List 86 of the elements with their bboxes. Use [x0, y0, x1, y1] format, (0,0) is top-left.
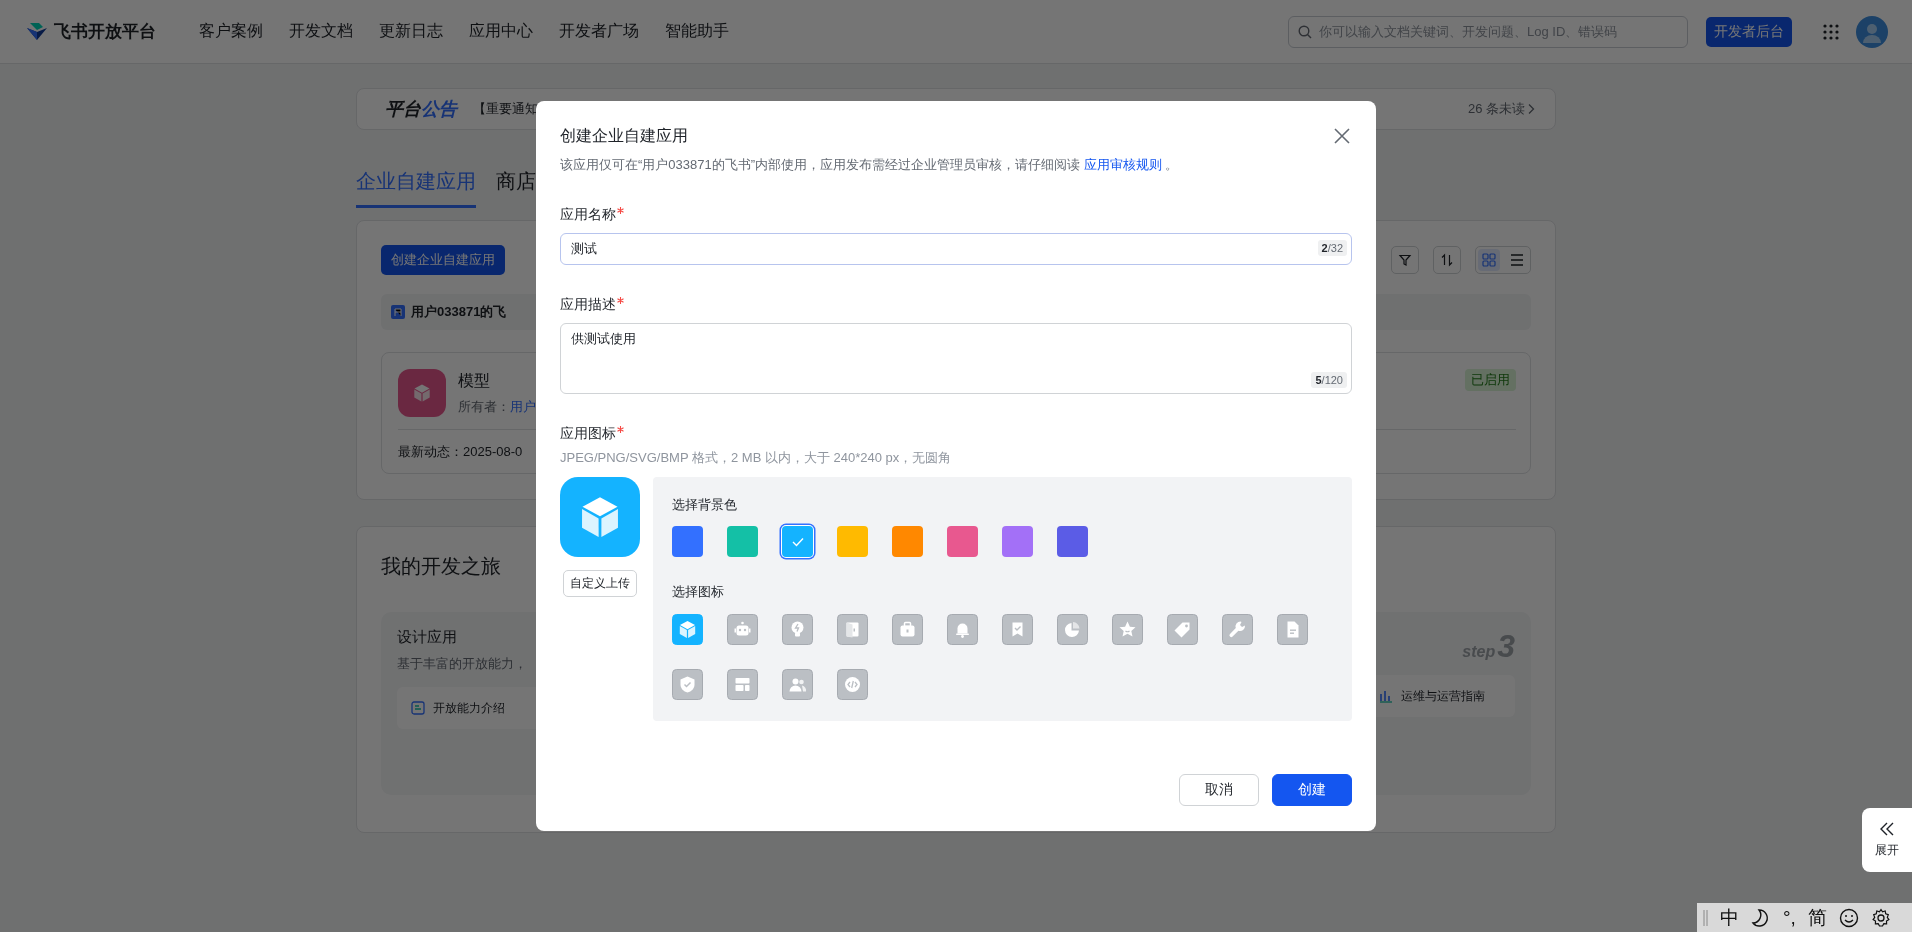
review-rules-link[interactable]: 应用审核规则: [1083, 157, 1162, 172]
briefcase-icon[interactable]: [892, 614, 923, 645]
nav-link[interactable]: 应用中心: [469, 21, 533, 42]
grid-view-button[interactable]: [1478, 249, 1500, 271]
character-counter: 2/32: [1317, 240, 1347, 256]
create-app-button[interactable]: 创建企业自建应用: [381, 245, 505, 275]
app-owner: 所有者：用户: [458, 398, 536, 416]
field-label: 应用名称: [560, 205, 616, 224]
nav-link[interactable]: 客户案例: [199, 21, 263, 42]
filter-button[interactable]: [1391, 246, 1419, 274]
character-counter: 5/120: [1311, 372, 1347, 388]
smiley-icon[interactable]: [1838, 907, 1859, 928]
tenant-name: 用户033871的飞: [411, 303, 507, 321]
upload-hint: JPEG/PNG/SVG/BMP 格式，2 MB 以内，大于 240*240 px，无圆角: [560, 449, 953, 467]
bell-icon[interactable]: [947, 614, 978, 645]
ime-toggle[interactable]: 中: [1720, 904, 1739, 931]
app-icon: [398, 369, 446, 417]
developer-console-button[interactable]: 开发者后台: [1706, 16, 1792, 47]
brand-name[interactable]: 飞书开放平台: [54, 20, 156, 43]
double-chevron-left-icon: [1879, 821, 1895, 836]
layout-icon[interactable]: [727, 669, 758, 700]
announcement-title: 平台公告: [385, 98, 457, 121]
light-bulb-icon[interactable]: [782, 614, 813, 645]
dialog-description: 该应用仅可在“用户033871的飞书”内部使用，应用发布需经过企业管理员审核，请仔细阅读 应用审核规则 。: [560, 156, 1180, 174]
custom-upload-button[interactable]: 自定义上传: [563, 570, 637, 597]
apps-grid-icon[interactable]: [1822, 22, 1840, 41]
filter-icon: [1398, 253, 1412, 267]
section-heading: 选择图标: [672, 583, 725, 601]
code-icon[interactable]: [837, 669, 868, 700]
ime-toggle[interactable]: 简: [1807, 904, 1827, 931]
check-icon: [791, 536, 804, 547]
latest-activity: 最新动态：2025-08-0: [398, 443, 523, 461]
search-icon: [1298, 24, 1312, 39]
close-icon: [1332, 126, 1352, 146]
chart-icon: [1379, 689, 1393, 703]
nav-link[interactable]: 智能助手: [665, 21, 729, 42]
sort-button[interactable]: [1433, 246, 1461, 274]
color-swatch[interactable]: [672, 526, 703, 557]
nav-link[interactable]: 更新日志: [379, 21, 443, 42]
grid-icon: [1482, 253, 1496, 267]
wrench-icon[interactable]: [1222, 614, 1253, 645]
tab[interactable]: 商店: [496, 160, 536, 208]
list-icon: [1510, 254, 1524, 266]
robot-icon[interactable]: [727, 614, 758, 645]
people-icon[interactable]: [782, 669, 813, 700]
color-swatch[interactable]: [727, 526, 758, 557]
tab[interactable]: 企业自建应用: [356, 160, 476, 208]
cancel-button[interactable]: 取消: [1179, 774, 1259, 806]
cube-icon[interactable]: [672, 614, 703, 645]
avatar[interactable]: [1856, 15, 1888, 48]
section-heading: 选择背景色: [672, 496, 738, 514]
unread-count-link[interactable]: 26 条未读: [1467, 100, 1525, 118]
color-swatch[interactable]: [1057, 526, 1088, 557]
nav-link[interactable]: 开发者广场: [559, 21, 639, 42]
color-swatch[interactable]: [947, 526, 978, 557]
color-swatch[interactable]: [782, 526, 813, 557]
field-label: 应用描述: [560, 295, 616, 314]
expand-tab[interactable]: 展开: [1862, 808, 1912, 872]
tag-icon[interactable]: [1167, 614, 1198, 645]
create-button[interactable]: 创建: [1272, 774, 1352, 806]
shield-icon[interactable]: [672, 669, 703, 700]
tenant-icon: [391, 305, 405, 319]
panel-icon: [411, 701, 425, 715]
journey-title: 我的开发之旅: [381, 554, 502, 579]
moon-icon[interactable]: [1751, 907, 1771, 928]
door-icon[interactable]: [837, 614, 868, 645]
chevron-right-icon: [1527, 103, 1535, 115]
status-tag: 已启用: [1465, 369, 1516, 391]
nav-link[interactable]: 开发文档: [289, 21, 353, 42]
owner-link[interactable]: 用户: [510, 399, 536, 414]
logo-icon: [26, 21, 48, 42]
ime-toggle[interactable]: °,: [1783, 906, 1796, 929]
color-swatch[interactable]: [1002, 526, 1033, 557]
color-swatch[interactable]: [837, 526, 868, 557]
sort-icon: [1440, 253, 1454, 267]
document-icon[interactable]: [1277, 614, 1308, 645]
color-swatch[interactable]: [892, 526, 923, 557]
dialog-title: 创建企业自建应用: [560, 125, 688, 146]
pie-chart-icon[interactable]: [1057, 614, 1088, 645]
field-label: 应用图标: [560, 424, 616, 443]
app-name: 模型: [458, 371, 491, 391]
grip-icon: [1703, 909, 1708, 926]
step-title: 设计应用: [397, 628, 457, 647]
settings-icon[interactable]: [1870, 907, 1891, 928]
close-button[interactable]: [1332, 126, 1352, 146]
bookmark-icon[interactable]: [1002, 614, 1033, 645]
